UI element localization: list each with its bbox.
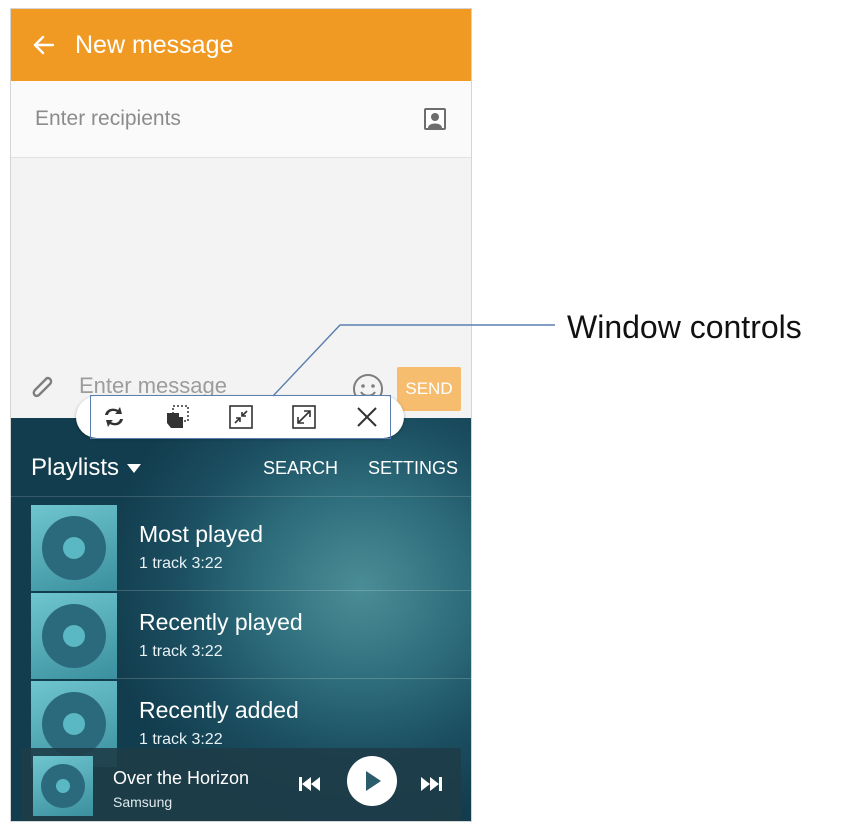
playlists-dropdown[interactable]: Playlists — [31, 454, 142, 482]
attach-icon[interactable] — [27, 372, 57, 404]
playlist-subtitle: 1 track 3:22 — [139, 643, 223, 660]
message-body-area[interactable] — [11, 158, 471, 358]
playlist-subtitle: 1 track 3:22 — [139, 555, 223, 572]
playlist-title: Recently played — [139, 609, 303, 635]
recipients-row — [11, 81, 471, 158]
previous-track-icon[interactable] — [297, 774, 323, 794]
send-button[interactable]: SEND — [397, 367, 461, 411]
page-title: New message — [75, 30, 234, 59]
back-arrow-icon[interactable] — [11, 9, 75, 81]
playlist-title: Recently added — [139, 697, 299, 723]
playlist-item[interactable]: Recently played 1 track 3:22 — [11, 591, 471, 679]
window-controls-highlight — [90, 395, 391, 439]
album-art — [31, 593, 117, 679]
playlist-title: Most played — [139, 521, 264, 547]
next-track-icon[interactable] — [418, 774, 444, 794]
app-bar: New message — [11, 9, 471, 81]
search-button[interactable]: SEARCH — [263, 458, 338, 479]
player-header: Playlists SEARCH SETTINGS — [11, 436, 471, 497]
playlists-label: Playlists — [31, 454, 120, 481]
now-playing-title: Over the Horizon — [113, 768, 250, 788]
playlist-subtitle: 1 track 3:22 — [139, 731, 223, 748]
settings-button[interactable]: SETTINGS — [368, 458, 458, 479]
callout-label: Window controls — [567, 309, 802, 345]
playlist-item[interactable]: Most played 1 track 3:22 — [11, 503, 471, 591]
mini-player[interactable]: Over the Horizon Samsung — [21, 748, 461, 821]
dropdown-caret-icon — [127, 463, 142, 473]
music-player-window: Playlists SEARCH SETTINGS Most played 1 … — [11, 418, 471, 821]
now-playing-artist: Samsung — [113, 794, 173, 810]
play-icon[interactable] — [347, 756, 397, 806]
album-art — [31, 505, 117, 591]
recipients-input[interactable] — [33, 106, 397, 132]
contact-icon[interactable] — [423, 107, 447, 131]
playlist-list: Most played 1 track 3:22 Recently played… — [11, 503, 471, 767]
now-playing-art — [33, 756, 93, 816]
